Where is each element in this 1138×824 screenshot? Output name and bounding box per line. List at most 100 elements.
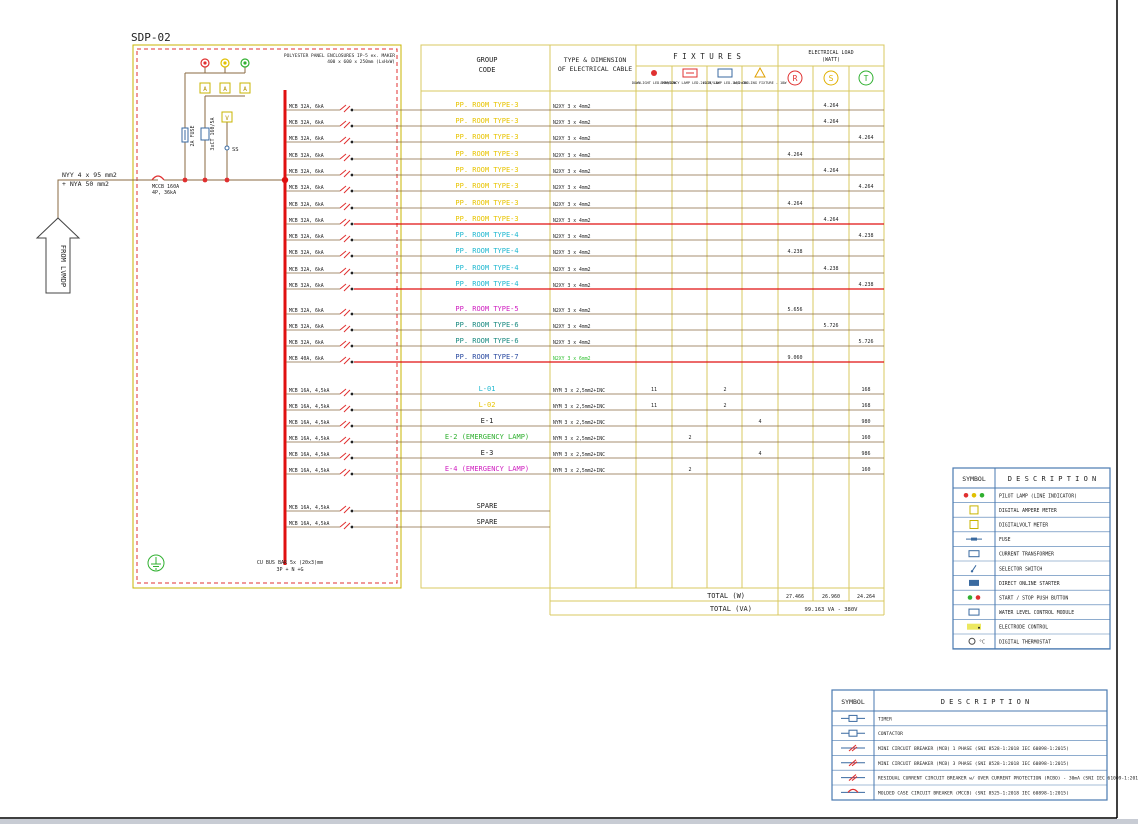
panel-enclosure-outline bbox=[132, 44, 402, 589]
breaker-rating: MCB 32A, 6kA bbox=[289, 120, 324, 126]
selector-switch-icon bbox=[224, 145, 230, 151]
terminal-dot bbox=[350, 124, 354, 128]
load-t: 160 bbox=[861, 435, 870, 441]
mcb-icon bbox=[339, 452, 351, 461]
legend2-desc: RESIDUAL CURRENT CIRCUIT BREAKER w/ OVER… bbox=[878, 776, 1138, 782]
load-r: 9.060 bbox=[787, 355, 802, 361]
terminal-dot bbox=[350, 157, 354, 161]
legend2-desc: CONTACTOR bbox=[878, 731, 903, 737]
from-lvmdp-arrow-icon bbox=[35, 217, 81, 294]
breaker-rating: MCB 32A, 6kA bbox=[289, 169, 324, 175]
terminal-dot bbox=[350, 525, 354, 529]
circuit-row: MCB 16A, 4,5kA E-4 (EMERGENCY LAMP) NYM 3 … bbox=[286, 465, 884, 477]
mcb-icon bbox=[339, 420, 351, 429]
feeder-source-label: FROM LVMDP bbox=[59, 245, 67, 287]
terminal-dot bbox=[350, 173, 354, 177]
svg-text:°C: °C bbox=[979, 639, 985, 645]
group-code: E-3 bbox=[481, 449, 494, 457]
legend1-desc: SELECTOR SWITCH bbox=[999, 566, 1042, 572]
cable-type: NYM 3 x 2,5mm2+INC bbox=[553, 468, 605, 474]
breaker-rating: MCB 32A, 6kA bbox=[289, 267, 324, 273]
fixture-count: 4 bbox=[758, 419, 761, 425]
mcb-icon bbox=[339, 388, 351, 397]
load-s: 4.264 bbox=[823, 168, 838, 174]
cable-type: N2XY 3 x 6mm2 bbox=[553, 356, 591, 362]
load-t: 986 bbox=[861, 451, 870, 457]
breaker-rating: MCB 32A, 6kA bbox=[289, 136, 324, 142]
circuit-row: MCB 32A, 6kA PP. ROOM TYPE-6 N2XY 3 x 4mm2… bbox=[286, 337, 884, 349]
exit-lamp-icon bbox=[717, 68, 733, 78]
breaker-rating: MCB 16A, 4,5kA bbox=[289, 420, 330, 426]
mcb-icon bbox=[339, 356, 351, 365]
total-r-value: 27.466 bbox=[786, 594, 804, 600]
legend2-desc: MINI CIRCUIT BREAKER (MCB) 1 PHASE (SNI … bbox=[878, 746, 1069, 752]
breaker-rating: MCB 16A, 4,5kA bbox=[289, 436, 330, 442]
terminal-dot bbox=[350, 360, 354, 364]
viewport-scrollbar[interactable] bbox=[0, 819, 1138, 824]
cable-type: N2XY 3 x 4mm2 bbox=[553, 267, 591, 273]
load-t: 5.726 bbox=[858, 339, 873, 345]
terminal-dot bbox=[350, 140, 354, 144]
circuit-row: MCB 32A, 6kA PP. ROOM TYPE-4 N2XY 3 x 4mm2… bbox=[286, 231, 884, 243]
legend2-desc: MINI CIRCUIT BREAKER (MCB) 3 PHASE (SNI … bbox=[878, 761, 1069, 767]
load-t: 4.264 bbox=[858, 184, 873, 190]
legend1-desc: DIGITAL THERMOSTAT bbox=[999, 639, 1051, 645]
load-s: 4.264 bbox=[823, 119, 838, 125]
circuit-row: MCB 16A, 4,5kA L-02 NYM 3 x 2,5mm2+INC 11 2 1… bbox=[286, 401, 884, 413]
circuit-row: MCB 16A, 4,5kA E-1 NYM 3 x 2,5mm2+INC 4 980 bbox=[286, 417, 884, 429]
cable-type: N2XY 3 x 4mm2 bbox=[553, 185, 591, 191]
breaker-rating: MCB 32A, 6kA bbox=[289, 324, 324, 330]
breaker-rating: MCB 32A, 6kA bbox=[289, 283, 324, 289]
fixture-count: 2 bbox=[688, 435, 691, 441]
terminal-dot bbox=[350, 254, 354, 258]
group-code: E-1 bbox=[481, 417, 494, 425]
load-t: 4.264 bbox=[858, 135, 873, 141]
svg-text:A: A bbox=[223, 86, 227, 93]
cable-type: N2XY 3 x 4mm2 bbox=[553, 136, 591, 142]
busbar-label-2: 3P + N +G bbox=[276, 567, 303, 573]
group-code: PP. ROOM TYPE-4 bbox=[455, 231, 518, 239]
terminal-dot bbox=[350, 312, 354, 316]
panel-enclosure-dashed bbox=[136, 48, 398, 584]
ampere-meter-icon bbox=[969, 505, 979, 515]
legend1-desc: DIRECT ONLINE STARTER bbox=[999, 581, 1060, 587]
legend2-desc: TIMER bbox=[878, 716, 892, 722]
load-t: 4.238 bbox=[858, 233, 873, 239]
breaker-rating: MCB 32A, 6kA bbox=[289, 202, 324, 208]
terminal-dot bbox=[350, 271, 354, 275]
circuit-row: MCB 32A, 6kA PP. ROOM TYPE-4 N2XY 3 x 4mm2… bbox=[286, 264, 884, 276]
group-code: PP. ROOM TYPE-3 bbox=[455, 166, 518, 174]
fuse-label: 2A FUSE bbox=[190, 125, 196, 146]
load-t: 168 bbox=[861, 387, 870, 393]
breaker-rating: MCB 32A, 6kA bbox=[289, 250, 324, 256]
terminal-dot bbox=[350, 222, 354, 226]
total-t-value: 24.264 bbox=[857, 594, 875, 600]
mcb-icon bbox=[339, 202, 351, 211]
group-code: PP. ROOM TYPE-4 bbox=[455, 280, 518, 288]
terminal-dot bbox=[350, 206, 354, 210]
mcb-icon bbox=[339, 468, 351, 477]
circuit-row: MCB 32A, 6kA PP. ROOM TYPE-4 N2XY 3 x 4mm2… bbox=[286, 247, 884, 259]
current-transformer-icon bbox=[200, 127, 210, 141]
cable-type: N2XY 3 x 4mm2 bbox=[553, 234, 591, 240]
breaker-rating: MCB 32A, 6kA bbox=[289, 104, 324, 110]
incoming-cable-label: NYY 4 x 95 mm2 bbox=[62, 171, 117, 179]
circuit-row: MCB 32A, 6kA PP. ROOM TYPE-3 N2XY 3 x 4mm2… bbox=[286, 101, 884, 113]
total-w-label: TOTAL (W) bbox=[707, 592, 745, 600]
cable-type: N2XY 3 x 4mm2 bbox=[553, 324, 591, 330]
breaker-rating: MCB 16A, 4,5kA bbox=[289, 468, 330, 474]
cable-type: N2XY 3 x 4mm2 bbox=[553, 250, 591, 256]
fixture-count: 2 bbox=[688, 467, 691, 473]
group-code: PP. ROOM TYPE-3 bbox=[455, 199, 518, 207]
legend2-symbol-header: SYMBOL bbox=[841, 698, 865, 706]
ct-label: 3xCT 160/5A bbox=[210, 117, 216, 150]
breaker-rating: MCB 32A, 6kA bbox=[289, 340, 324, 346]
fixture-count: 2 bbox=[723, 387, 726, 393]
main-mccb-label-2: 4P, 36kA bbox=[152, 190, 176, 196]
total-va-label: TOTAL (VA) bbox=[710, 605, 752, 613]
mcb-icon bbox=[339, 308, 351, 317]
mcb-icon bbox=[339, 120, 351, 129]
phase-s-label: S bbox=[829, 74, 834, 83]
mcb-icon bbox=[339, 505, 351, 514]
group-code: PP. ROOM TYPE-7 bbox=[455, 353, 518, 361]
